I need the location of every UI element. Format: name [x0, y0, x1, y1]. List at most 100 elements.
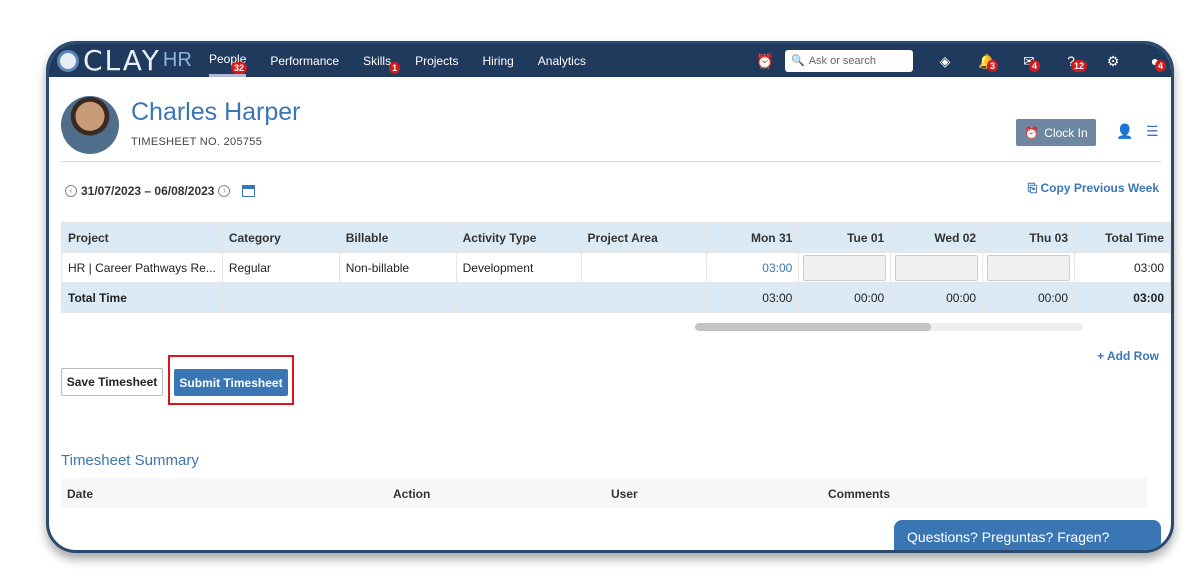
timesheet-table: Project Category Billable Activity Type …: [61, 222, 1171, 313]
summary-col-date: Date: [67, 487, 94, 501]
mail-icon[interactable]: ✉ 4: [1019, 51, 1041, 72]
nav-people-badge: 32: [231, 62, 248, 74]
nav-projects[interactable]: Projects: [415, 44, 458, 77]
copy-previous-week-link[interactable]: ⎘ Copy Previous Week: [1028, 181, 1159, 196]
nav-performance-label: Performance: [270, 53, 340, 68]
clock-in-label: Clock In: [1044, 125, 1088, 140]
wed-hours-input[interactable]: [895, 254, 979, 281]
profile-badge: 4: [1155, 59, 1167, 72]
col-activity-type[interactable]: Activity Type: [455, 222, 582, 253]
row-tue-cell: [798, 252, 892, 283]
row-project[interactable]: HR | Career Pathways Re...: [61, 252, 223, 283]
summary-header-row: Date Action User Comments: [61, 478, 1147, 508]
total-empty: [580, 282, 708, 313]
prev-week-icon[interactable]: ‹: [65, 185, 77, 197]
timesheet-number: TIMESHEET NO. 205755: [131, 136, 263, 148]
submit-timesheet-button[interactable]: Submit Timesheet: [174, 369, 288, 396]
col-mon: Mon 31: [706, 222, 800, 253]
topbar-tools: ⏰ 🔍 Ask or search ◈ 🔔 3 ✉ 4 ? 12 ⚙ ● 4: [755, 44, 1171, 77]
chat-widget-button[interactable]: Questions? Preguntas? Fragen?: [894, 520, 1161, 550]
row-project-area[interactable]: [580, 252, 708, 283]
logo-subtext: HR: [162, 49, 192, 71]
nav-projects-label: Projects: [415, 53, 459, 68]
nav-hiring-label: Hiring: [482, 53, 514, 68]
nav-analytics-label: Analytics: [537, 53, 586, 68]
row-category[interactable]: Regular: [221, 252, 340, 283]
total-wed: 00:00: [890, 282, 984, 313]
row-billable[interactable]: Non-billable: [338, 252, 457, 283]
col-project-area[interactable]: Project Area: [580, 222, 708, 253]
main-nav: People 32 Performance Skills 1 Projects …: [209, 44, 610, 77]
total-empty: [338, 282, 457, 313]
timesheet-summary-title: Timesheet Summary: [61, 452, 199, 469]
summary-col-comments: Comments: [828, 487, 891, 501]
clock-in-button[interactable]: ⏰ Clock In: [1016, 119, 1096, 146]
add-row-button[interactable]: + Add Row: [1097, 349, 1159, 363]
nav-skills-badge: 1: [389, 62, 401, 74]
search-placeholder: Ask or search: [808, 54, 876, 67]
table-row: HR | Career Pathways Re... Regular Non-b…: [61, 252, 1171, 283]
total-row: Total Time 03:00 00:00 00:00 00:00 03:00: [61, 282, 1171, 313]
clock-icon[interactable]: ⏰: [755, 51, 775, 71]
help-badge: 12: [1071, 59, 1088, 72]
row-wed-cell: [890, 252, 984, 283]
avatar: [61, 96, 119, 154]
total-overall: 03:00: [1074, 282, 1171, 313]
search-input[interactable]: 🔍 Ask or search: [785, 49, 913, 72]
week-dates: 31/07/2023 – 06/08/2023: [81, 184, 215, 198]
save-timesheet-button[interactable]: Save Timesheet: [61, 368, 163, 396]
search-icon: 🔍: [791, 55, 805, 67]
total-thu: 00:00: [982, 282, 1075, 313]
calendar-icon[interactable]: [242, 185, 256, 197]
total-label: Total Time: [61, 282, 223, 313]
tue-hours-input[interactable]: [803, 254, 887, 281]
nav-skills-label: Skills: [363, 53, 392, 68]
thu-hours-input[interactable]: [987, 254, 1070, 281]
scrollbar-thumb[interactable]: [695, 323, 931, 331]
profile-menu-icon[interactable]: ● 4: [1145, 51, 1167, 72]
col-wed: Wed 02: [890, 222, 984, 253]
table-horizontal-scrollbar[interactable]: [695, 323, 1083, 331]
week-range: ‹ 31/07/2023 – 06/08/2023 ›: [61, 184, 256, 198]
row-mon-hours[interactable]: 03:00: [706, 252, 800, 283]
nav-analytics[interactable]: Analytics: [538, 44, 586, 77]
nav-skills[interactable]: Skills 1: [363, 44, 401, 77]
nav-people[interactable]: People 32: [209, 44, 248, 77]
copy-icon: ⎘: [1027, 181, 1041, 195]
list-icon[interactable]: ☰: [1146, 123, 1159, 140]
bell-icon[interactable]: 🔔 3: [977, 51, 999, 72]
table-header-row: Project Category Billable Activity Type …: [61, 222, 1171, 253]
total-empty: [455, 282, 582, 313]
total-tue: 00:00: [798, 282, 892, 313]
nav-hiring[interactable]: Hiring: [482, 44, 513, 77]
col-tue: Tue 01: [798, 222, 892, 253]
clock-in-icon: ⏰: [1024, 125, 1040, 140]
user-icon[interactable]: 👤: [1116, 123, 1133, 140]
nav-performance[interactable]: Performance: [270, 44, 339, 77]
header-divider: [61, 161, 1161, 162]
next-week-icon[interactable]: ›: [218, 185, 231, 197]
bell-badge: 3: [987, 59, 999, 72]
help-icon[interactable]: ? 12: [1061, 51, 1088, 72]
summary-col-user: User: [611, 487, 638, 501]
learning-icon[interactable]: ◈: [935, 51, 955, 71]
logo-mark-icon: [57, 49, 79, 72]
top-navbar: CLAY HR People 32 Performance Skills 1 P…: [49, 44, 1171, 77]
employee-name: Charles Harper: [131, 98, 301, 126]
col-thu: Thu 03: [982, 222, 1075, 253]
total-empty: [221, 282, 340, 313]
app-window: CLAY HR People 32 Performance Skills 1 P…: [46, 41, 1174, 553]
col-category[interactable]: Category: [221, 222, 340, 253]
col-billable[interactable]: Billable: [338, 222, 457, 253]
clayhr-logo[interactable]: CLAY HR: [57, 44, 192, 77]
mail-badge: 4: [1029, 59, 1041, 72]
col-project[interactable]: Project: [61, 222, 223, 253]
summary-col-action: Action: [393, 487, 431, 501]
copy-previous-label: Copy Previous Week: [1040, 181, 1160, 195]
row-total-time: 03:00: [1074, 252, 1171, 283]
row-thu-cell: [982, 252, 1075, 283]
row-activity-type[interactable]: Development: [455, 252, 582, 283]
gear-icon[interactable]: ⚙: [1103, 51, 1123, 71]
total-mon: 03:00: [706, 282, 800, 313]
logo-text: CLAY: [83, 44, 161, 77]
